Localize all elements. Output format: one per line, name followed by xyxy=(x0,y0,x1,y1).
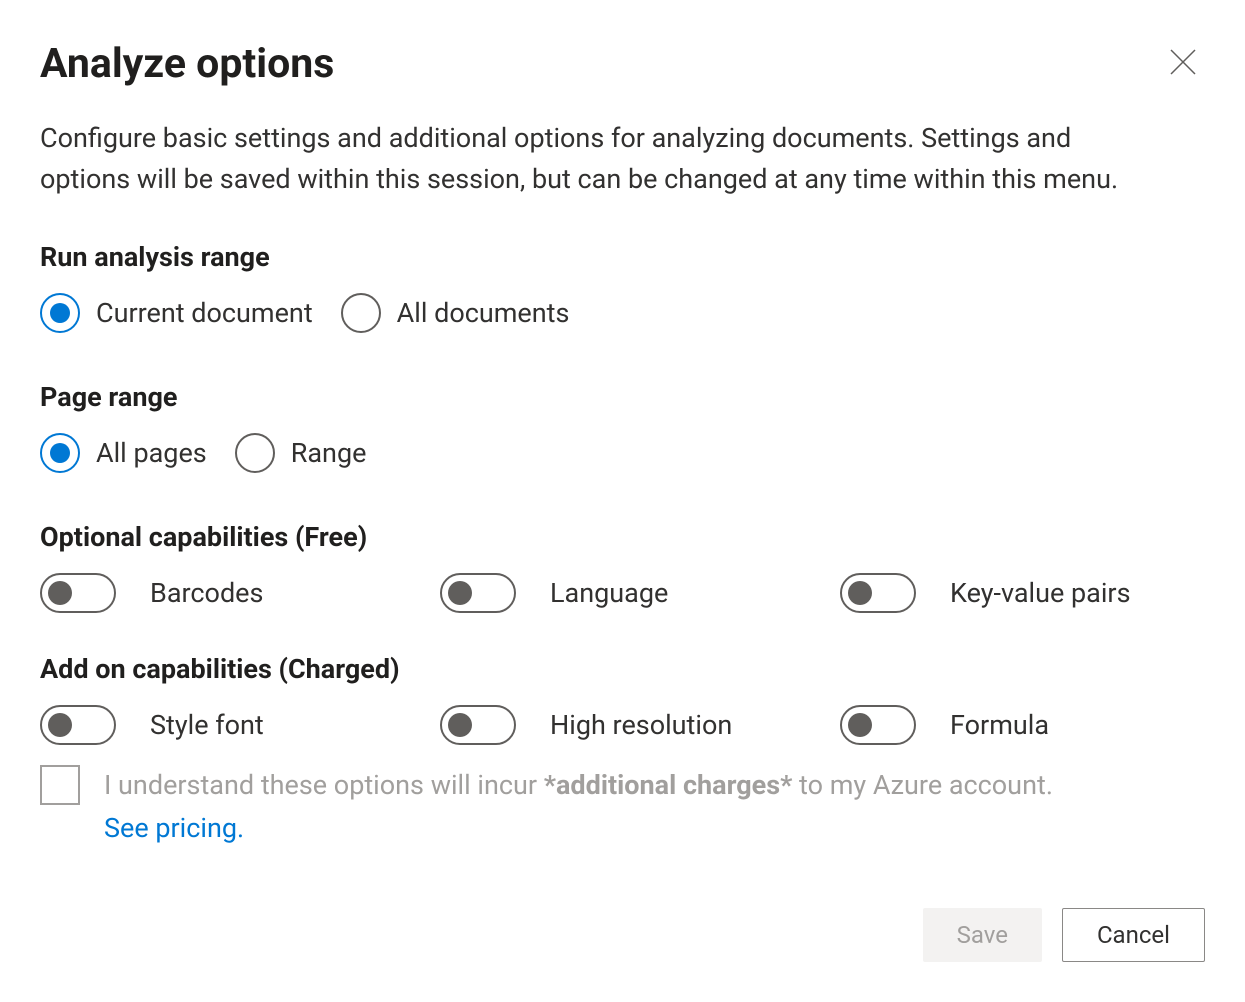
toggle-language-label: Language xyxy=(550,577,668,609)
page-range-group: All pages Range xyxy=(40,433,1205,473)
toggle-formula-label: Formula xyxy=(950,709,1049,741)
charges-checkbox[interactable] xyxy=(40,765,80,805)
radio-current-document-label: Current document xyxy=(96,297,313,329)
radio-all-documents[interactable] xyxy=(341,293,381,333)
toggle-formula[interactable] xyxy=(840,705,916,745)
charges-disclaimer: I understand these options will incur *a… xyxy=(40,765,1205,848)
addon-caps-header: Add on capabilities (Charged) xyxy=(40,653,1205,685)
radio-range-label: Range xyxy=(291,437,367,469)
dialog-footer: Save Cancel xyxy=(40,908,1205,962)
page-range-header: Page range xyxy=(40,381,1205,413)
dialog-description: Configure basic settings and additional … xyxy=(40,118,1160,199)
disclaimer-prefix: I understand these options will incur xyxy=(104,769,544,801)
radio-range[interactable] xyxy=(235,433,275,473)
toggle-high-resolution-label: High resolution xyxy=(550,709,732,741)
addon-caps-group: Style font High resolution Formula xyxy=(40,705,1205,745)
toggle-style-font-label: Style font xyxy=(150,709,264,741)
toggle-key-value-pairs-label: Key-value pairs xyxy=(950,577,1131,609)
save-button[interactable]: Save xyxy=(923,908,1042,962)
close-button[interactable] xyxy=(1161,40,1205,84)
toggle-style-font[interactable] xyxy=(40,705,116,745)
radio-all-pages[interactable] xyxy=(40,433,80,473)
see-pricing-link[interactable]: See pricing. xyxy=(104,808,1053,849)
disclaimer-suffix: to my Azure account. xyxy=(792,769,1053,801)
analyze-options-dialog: Analyze options Configure basic settings… xyxy=(0,0,1245,1002)
optional-caps-header: Optional capabilities (Free) xyxy=(40,521,1205,553)
toggle-language[interactable] xyxy=(440,573,516,613)
cancel-button[interactable]: Cancel xyxy=(1062,908,1205,962)
optional-caps-group: Barcodes Language Key-value pairs xyxy=(40,573,1205,613)
toggle-barcodes[interactable] xyxy=(40,573,116,613)
toggle-high-resolution[interactable] xyxy=(440,705,516,745)
radio-current-document[interactable] xyxy=(40,293,80,333)
toggle-key-value-pairs[interactable] xyxy=(840,573,916,613)
close-icon xyxy=(1169,48,1197,76)
analysis-range-header: Run analysis range xyxy=(40,241,1205,273)
radio-all-documents-label: All documents xyxy=(397,297,570,329)
analysis-range-group: Current document All documents xyxy=(40,293,1205,333)
dialog-title: Analyze options xyxy=(40,40,334,88)
radio-all-pages-label: All pages xyxy=(96,437,207,469)
toggle-barcodes-label: Barcodes xyxy=(150,577,263,609)
disclaimer-bold: *additional charges* xyxy=(544,769,793,801)
